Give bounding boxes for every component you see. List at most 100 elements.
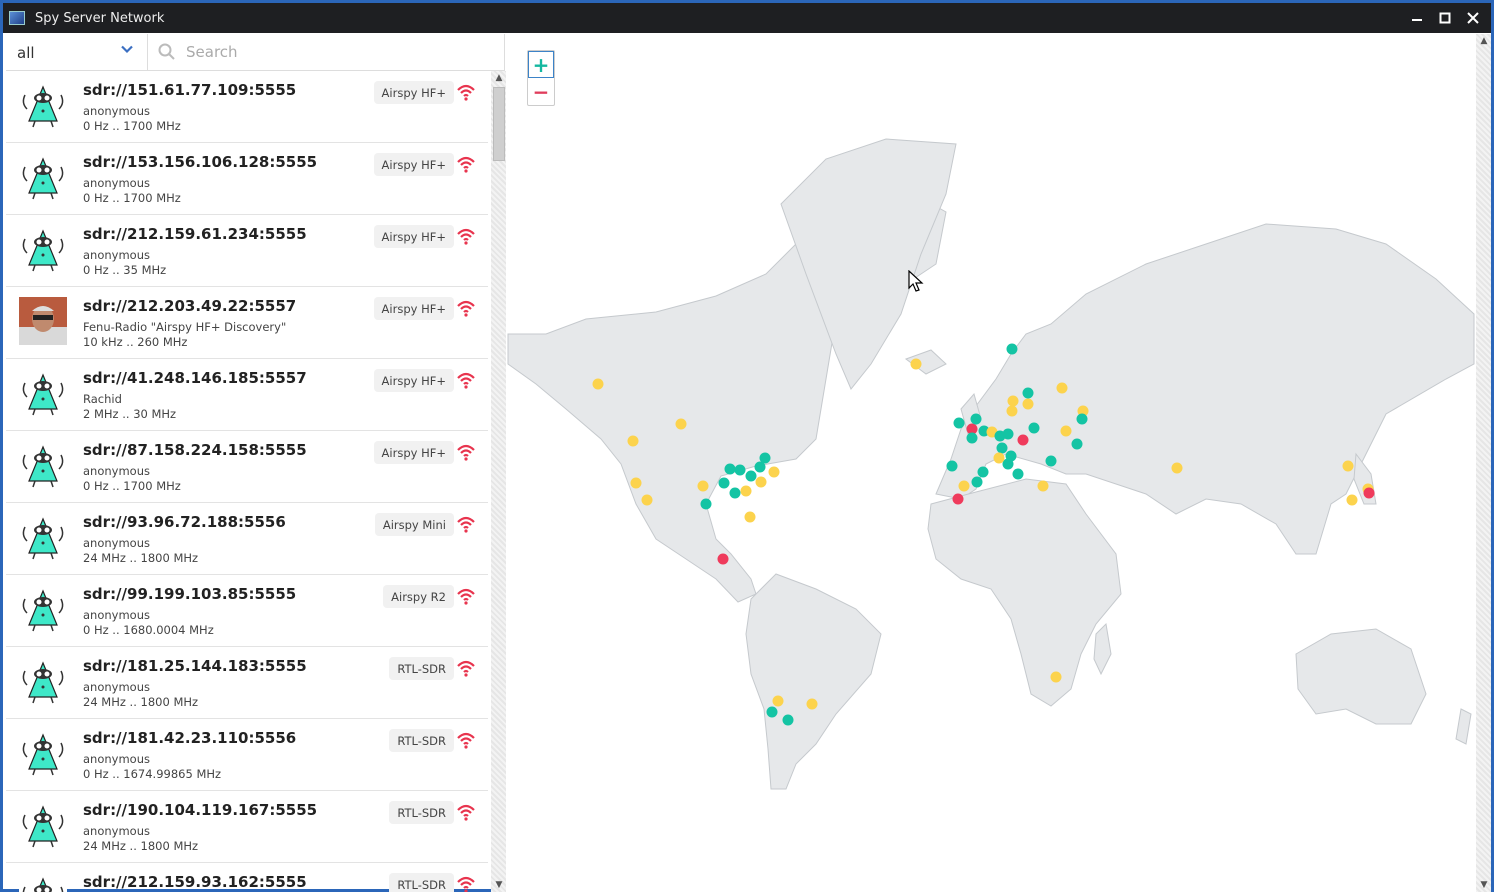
avatar (19, 585, 67, 633)
server-marker[interactable] (910, 358, 922, 370)
server-marker[interactable] (1002, 458, 1014, 470)
server-marker[interactable] (806, 698, 818, 710)
server-marker[interactable] (1071, 438, 1083, 450)
server-marker[interactable] (952, 493, 964, 505)
server-address: sdr://190.104.119.167:5555 (83, 801, 318, 819)
server-marker[interactable] (1342, 460, 1354, 472)
signal-icon (456, 443, 476, 461)
server-marker[interactable] (958, 480, 970, 492)
server-frequency-range: 0 Hz .. 1700 MHz (83, 119, 181, 133)
server-marker[interactable] (744, 511, 756, 523)
server-marker[interactable] (1028, 422, 1040, 434)
server-marker[interactable] (996, 442, 1008, 454)
server-marker[interactable] (734, 464, 746, 476)
server-marker[interactable] (755, 476, 767, 488)
server-marker[interactable] (1006, 343, 1018, 355)
server-frequency-range: 0 Hz .. 1680.0004 MHz (83, 623, 214, 637)
server-row[interactable]: sdr://212.159.61.234:5555 anonymous 0 Hz… (6, 215, 488, 287)
server-marker[interactable] (1346, 494, 1358, 506)
device-badge: Airspy HF+ (373, 369, 454, 392)
server-owner: anonymous (83, 536, 150, 550)
server-marker[interactable] (717, 553, 729, 565)
minimize-button[interactable] (1403, 3, 1431, 33)
server-marker[interactable] (1012, 468, 1024, 480)
server-row[interactable]: sdr://212.203.49.22:5557 Fenu-Radio "Air… (6, 287, 488, 359)
server-row[interactable]: sdr://181.25.144.183:5555 anonymous 24 M… (6, 647, 488, 719)
server-row[interactable]: sdr://151.61.77.109:5555 anonymous 0 Hz … (6, 71, 488, 143)
server-marker[interactable] (759, 452, 771, 464)
signal-icon (456, 155, 476, 173)
australia (1295, 628, 1427, 725)
server-marker[interactable] (630, 477, 642, 489)
search-input[interactable]: Search (148, 34, 504, 70)
server-marker[interactable] (1007, 395, 1019, 407)
server-marker[interactable] (1002, 428, 1014, 440)
server-marker[interactable] (740, 485, 752, 497)
close-button[interactable] (1459, 3, 1487, 33)
zoom-in-button[interactable]: + (528, 51, 554, 78)
server-marker[interactable] (627, 435, 639, 447)
server-row[interactable]: sdr://87.158.224.158:5555 anonymous 0 Hz… (6, 431, 488, 503)
server-row[interactable]: sdr://181.42.23.110:5556 anonymous 0 Hz … (6, 719, 488, 791)
server-marker[interactable] (700, 498, 712, 510)
server-frequency-range: 2 MHz .. 30 MHz (83, 407, 177, 421)
map-scrollbar[interactable]: ▲ ▼ (1476, 34, 1491, 892)
server-frequency-range: 0 Hz .. 1700 MHz (83, 479, 181, 493)
server-marker[interactable] (1060, 425, 1072, 437)
server-owner: anonymous (83, 680, 150, 694)
server-marker[interactable] (953, 417, 965, 429)
server-owner: anonymous (83, 608, 150, 622)
server-marker[interactable] (745, 470, 757, 482)
server-marker[interactable] (1022, 387, 1034, 399)
server-address: sdr://181.25.144.183:5555 (83, 657, 307, 675)
list-scrollbar[interactable]: ▲ ▼ (491, 71, 507, 892)
server-marker[interactable] (641, 494, 653, 506)
server-marker[interactable] (766, 706, 778, 718)
server-marker[interactable] (1363, 487, 1375, 499)
server-marker[interactable] (1050, 671, 1062, 683)
filter-dropdown[interactable]: all (6, 34, 148, 71)
server-row[interactable]: sdr://93.96.72.188:5556 anonymous 24 MHz… (6, 503, 488, 575)
server-frequency-range: 0 Hz .. 1700 MHz (83, 191, 181, 205)
maximize-button[interactable] (1431, 3, 1459, 33)
server-marker[interactable] (782, 714, 794, 726)
server-marker[interactable] (946, 460, 958, 472)
server-row[interactable]: sdr://41.248.146.185:5557 Rachid 2 MHz .… (6, 359, 488, 431)
server-marker[interactable] (1017, 434, 1029, 446)
server-address: sdr://212.159.61.234:5555 (83, 225, 307, 243)
server-marker[interactable] (768, 466, 780, 478)
server-marker[interactable] (993, 452, 1005, 464)
server-row[interactable]: sdr://153.156.106.128:5555 anonymous 0 H… (6, 143, 488, 215)
server-marker[interactable] (729, 487, 741, 499)
server-marker[interactable] (697, 480, 709, 492)
avatar (19, 873, 67, 892)
server-marker[interactable] (718, 477, 730, 489)
scrollbar-thumb[interactable] (493, 87, 505, 161)
server-marker[interactable] (592, 378, 604, 390)
server-marker[interactable] (1056, 382, 1068, 394)
server-row[interactable]: sdr://190.104.119.167:5555 anonymous 24 … (6, 791, 488, 863)
server-marker[interactable] (971, 476, 983, 488)
server-marker[interactable] (1076, 413, 1088, 425)
server-marker[interactable] (724, 463, 736, 475)
server-marker[interactable] (970, 413, 982, 425)
server-row[interactable]: sdr://212.159.93.162:5555 RTL-SDR (6, 863, 488, 892)
continents (507, 138, 1475, 790)
server-marker[interactable] (1037, 480, 1049, 492)
server-address: sdr://93.96.72.188:5556 (83, 513, 286, 531)
server-marker[interactable] (1171, 462, 1183, 474)
world-map[interactable]: + − (506, 34, 1476, 892)
chevron-down-icon (121, 45, 133, 54)
server-marker[interactable] (966, 432, 978, 444)
zoom-out-button[interactable]: − (528, 78, 554, 105)
madagascar (1093, 622, 1112, 676)
server-marker[interactable] (1022, 398, 1034, 410)
server-marker[interactable] (675, 418, 687, 430)
avatar (19, 513, 67, 561)
server-row[interactable]: sdr://99.199.103.85:5555 anonymous 0 Hz … (6, 575, 488, 647)
server-frequency-range: 24 MHz .. 1800 MHz (83, 695, 199, 709)
server-marker[interactable] (977, 466, 989, 478)
server-marker[interactable] (1045, 455, 1057, 467)
server-marker[interactable] (772, 695, 784, 707)
server-marker[interactable] (1006, 405, 1018, 417)
